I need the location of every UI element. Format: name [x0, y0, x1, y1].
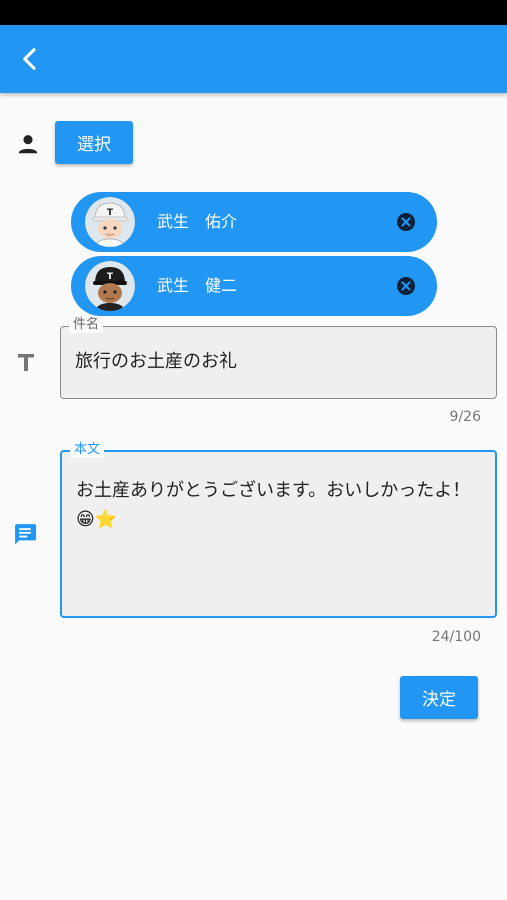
svg-text:T: T [107, 208, 114, 218]
chip-name: 武生 佑介 [157, 212, 238, 231]
body-counter: 24/100 [431, 629, 481, 645]
message-icon [10, 519, 40, 549]
back-button[interactable] [6, 35, 54, 83]
baseball-player-avatar: T [85, 197, 135, 247]
subject-value: 旅行のお土産のお礼 [75, 351, 237, 372]
chip-name: 武生 健二 [157, 276, 238, 295]
cancel-circle-icon[interactable] [396, 212, 416, 232]
subject-counter: 9/26 [449, 409, 481, 425]
chevron-left-icon [23, 48, 36, 70]
svg-text:T: T [107, 272, 114, 282]
submit-button-label: 決定 [422, 690, 456, 710]
cancel-circle-icon[interactable] [396, 276, 416, 296]
baseball-player-avatar: T [85, 261, 135, 311]
subject-field[interactable]: 件名 旅行のお土産のお礼 [60, 317, 497, 399]
subject-label: 件名 [69, 317, 104, 333]
submit-button[interactable]: 決定 [400, 676, 478, 719]
select-button[interactable]: 選択 [55, 121, 133, 164]
person-icon [13, 129, 43, 159]
status-bar [0, 0, 507, 25]
app-bar [0, 25, 507, 93]
text-t-icon [12, 348, 40, 376]
recipient-chip[interactable]: T 武生 健二 [71, 256, 437, 316]
select-button-label: 選択 [77, 135, 111, 155]
body-value: お土産ありがとうございます。おいしかったよ！😁⭐ [76, 480, 471, 530]
recipient-chip[interactable]: T 武生 佑介 [71, 192, 437, 252]
body-label: 本文 [70, 442, 105, 458]
body-field[interactable]: 本文 お土産ありがとうございます。おいしかったよ！😁⭐ [60, 442, 497, 618]
